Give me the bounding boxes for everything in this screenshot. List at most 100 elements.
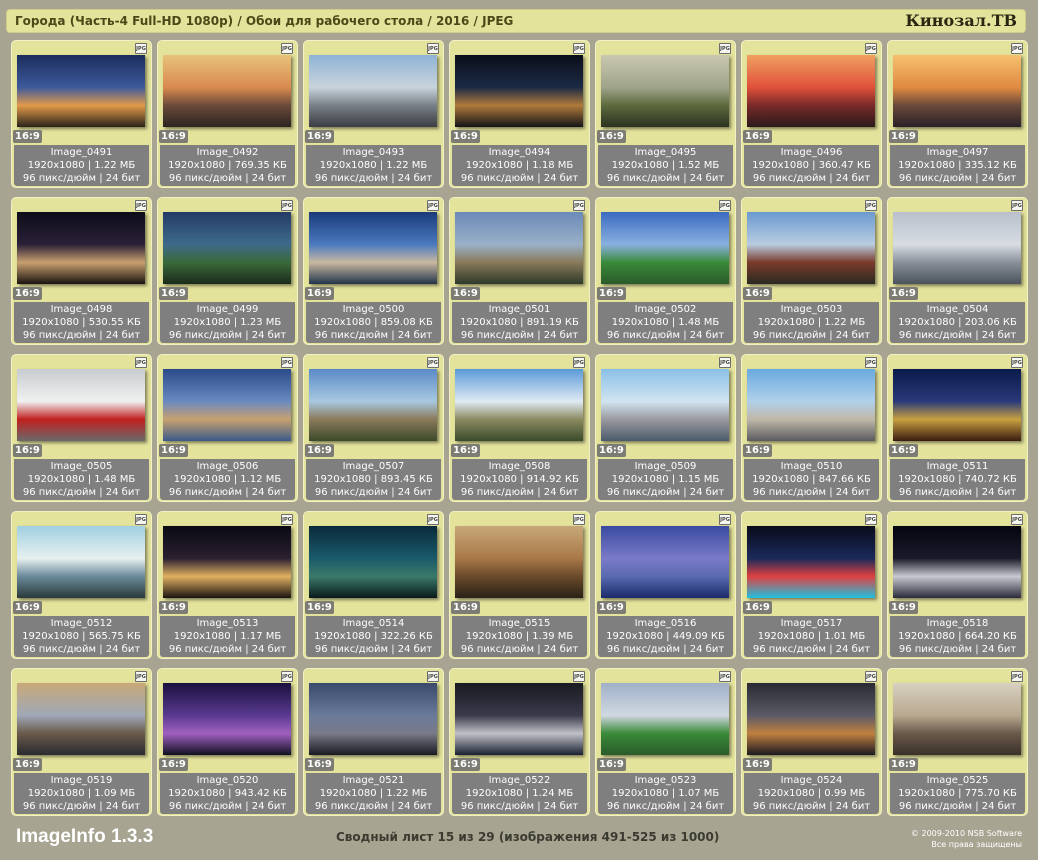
- image-resolution: 96 пикс/дюйм | 24 бит: [606, 487, 725, 498]
- thumbnail-image[interactable]: [455, 526, 583, 598]
- thumbnail-image[interactable]: [309, 683, 437, 755]
- thumbnail-image[interactable]: [309, 369, 437, 441]
- thumbnail-card[interactable]: JPG 16:9 Image_0513 1920x1080 | 1.17 МБ 96 п…: [157, 511, 298, 659]
- thumbnail-card[interactable]: JPG 16:9 Image_0507 1920x1080 | 893.45 КБ 96…: [303, 354, 444, 502]
- thumbnail-card[interactable]: JPG 16:9 Image_0519 1920x1080 | 1.09 МБ 96 п…: [11, 668, 152, 816]
- thumbnail-image[interactable]: [17, 683, 145, 755]
- thumbnail-image[interactable]: [893, 212, 1021, 284]
- jpg-file-icon: JPG: [573, 43, 585, 54]
- thumbnail-card[interactable]: JPG 16:9 Image_0494 1920x1080 | 1.18 МБ 96 п…: [449, 40, 590, 188]
- thumbnail-card[interactable]: JPG 16:9 Image_0521 1920x1080 | 1.22 МБ 96 п…: [303, 668, 444, 816]
- thumbnail-image[interactable]: [601, 683, 729, 755]
- image-info-panel: Image_0517 1920x1080 | 1.01 МБ 96 пикс/дюй…: [744, 616, 879, 657]
- thumbnail-card[interactable]: JPG 16:9 Image_0516 1920x1080 | 449.09 КБ 96…: [595, 511, 736, 659]
- thumbnail-card[interactable]: JPG 16:9 Image_0506 1920x1080 | 1.12 МБ 96 п…: [157, 354, 298, 502]
- image-name: Image_0513: [196, 618, 259, 629]
- thumbnail-image[interactable]: [455, 55, 583, 127]
- thumbnail-card[interactable]: JPG 16:9 Image_0491 1920x1080 | 1.22 МБ 96 п…: [11, 40, 152, 188]
- aspect-ratio-badge: 16:9: [597, 444, 626, 457]
- thumbnail-card[interactable]: JPG 16:9 Image_0520 1920x1080 | 943.42 КБ 96…: [157, 668, 298, 816]
- thumbnail-image[interactable]: [17, 212, 145, 284]
- thumbnail-image[interactable]: [17, 55, 145, 127]
- thumbnail-card[interactable]: JPG 16:9 Image_0502 1920x1080 | 1.48 МБ 96 п…: [595, 197, 736, 345]
- thumbnail-image[interactable]: [163, 55, 291, 127]
- thumbnail-card[interactable]: JPG 16:9 Image_0500 1920x1080 | 859.08 КБ 96…: [303, 197, 444, 345]
- thumbnail-image[interactable]: [747, 683, 875, 755]
- thumbnail-card[interactable]: JPG 16:9 Image_0514 1920x1080 | 322.26 КБ 96…: [303, 511, 444, 659]
- image-info-panel: Image_0514 1920x1080 | 322.26 КБ 96 пикс/д…: [306, 616, 441, 657]
- thumbnail-card[interactable]: JPG 16:9 Image_0493 1920x1080 | 1.22 МБ 96 п…: [303, 40, 444, 188]
- image-name: Image_0508: [488, 461, 551, 472]
- aspect-ratio-badge: 16:9: [451, 601, 480, 614]
- thumbnail-card[interactable]: JPG 16:9 Image_0512 1920x1080 | 565.75 КБ 96…: [11, 511, 152, 659]
- thumbnail-image[interactable]: [163, 212, 291, 284]
- aspect-ratio-badge: 16:9: [889, 287, 918, 300]
- thumbnail-image[interactable]: [309, 526, 437, 598]
- thumbnail-card[interactable]: JPG 16:9 Image_0511 1920x1080 | 740.72 КБ 96…: [887, 354, 1028, 502]
- image-resolution: 96 пикс/дюйм | 24 бит: [898, 173, 1017, 184]
- thumbnail-image[interactable]: [601, 526, 729, 598]
- jpg-file-icon: JPG: [573, 671, 585, 682]
- image-dimensions: 1920x1080 | 0.99 МБ: [757, 788, 866, 799]
- thumbnail-image[interactable]: [747, 212, 875, 284]
- thumbnail-card[interactable]: JPG 16:9 Image_0524 1920x1080 | 0.99 МБ 96 п…: [741, 668, 882, 816]
- thumbnail-card[interactable]: JPG 16:9 Image_0518 1920x1080 | 664.20 КБ 96…: [887, 511, 1028, 659]
- image-dimensions: 1920x1080 | 943.42 КБ: [168, 788, 287, 799]
- thumbnail-card[interactable]: JPG 16:9 Image_0501 1920x1080 | 891.19 КБ 96…: [449, 197, 590, 345]
- thumbnail-card[interactable]: JPG 16:9 Image_0504 1920x1080 | 203.06 КБ 96…: [887, 197, 1028, 345]
- image-dimensions: 1920x1080 | 360.47 КБ: [752, 160, 871, 171]
- thumbnail-card[interactable]: JPG 16:9 Image_0492 1920x1080 | 769.35 КБ 96…: [157, 40, 298, 188]
- image-info-panel: Image_0524 1920x1080 | 0.99 МБ 96 пикс/дюй…: [744, 773, 879, 814]
- image-info-panel: Image_0503 1920x1080 | 1.22 МБ 96 пикс/дюй…: [744, 302, 879, 343]
- thumbnail-card[interactable]: JPG 16:9 Image_0497 1920x1080 | 335.12 КБ 96…: [887, 40, 1028, 188]
- thumbnail-image[interactable]: [17, 369, 145, 441]
- thumbnail-card[interactable]: JPG 16:9 Image_0503 1920x1080 | 1.22 МБ 96 п…: [741, 197, 882, 345]
- thumbnail-image[interactable]: [309, 55, 437, 127]
- thumbnail-image[interactable]: [163, 683, 291, 755]
- thumbnail-card[interactable]: JPG 16:9 Image_0510 1920x1080 | 847.66 КБ 96…: [741, 354, 882, 502]
- thumbnail-card[interactable]: JPG 16:9 Image_0517 1920x1080 | 1.01 МБ 96 п…: [741, 511, 882, 659]
- image-resolution: 96 пикс/дюйм | 24 бит: [168, 330, 287, 341]
- thumbnail-image[interactable]: [747, 526, 875, 598]
- image-dimensions: 1920x1080 | 322.26 КБ: [314, 631, 433, 642]
- thumbnail-card[interactable]: JPG 16:9 Image_0499 1920x1080 | 1.23 МБ 96 п…: [157, 197, 298, 345]
- thumbnail-card[interactable]: JPG 16:9 Image_0509 1920x1080 | 1.15 МБ 96 п…: [595, 354, 736, 502]
- aspect-ratio-badge: 16:9: [13, 758, 42, 771]
- image-dimensions: 1920x1080 | 914.92 КБ: [460, 474, 579, 485]
- image-info-panel: Image_0509 1920x1080 | 1.15 МБ 96 пикс/дюй…: [598, 459, 733, 500]
- thumbnail-card[interactable]: JPG 16:9 Image_0508 1920x1080 | 914.92 КБ 96…: [449, 354, 590, 502]
- thumbnail-image[interactable]: [455, 212, 583, 284]
- image-name: Image_0514: [342, 618, 405, 629]
- thumbnail-image[interactable]: [893, 526, 1021, 598]
- thumbnail-image[interactable]: [893, 369, 1021, 441]
- thumbnail-image[interactable]: [163, 526, 291, 598]
- aspect-ratio-badge: 16:9: [889, 130, 918, 143]
- thumbnail-image[interactable]: [747, 55, 875, 127]
- thumbnail-image[interactable]: [601, 212, 729, 284]
- thumbnail-card[interactable]: JPG 16:9 Image_0523 1920x1080 | 1.07 МБ 96 п…: [595, 668, 736, 816]
- thumbnail-image[interactable]: [893, 55, 1021, 127]
- thumbnail-image[interactable]: [17, 526, 145, 598]
- thumbnail-image[interactable]: [747, 369, 875, 441]
- image-info-panel: Image_0499 1920x1080 | 1.23 МБ 96 пикс/дюй…: [160, 302, 295, 343]
- jpg-file-icon: JPG: [865, 200, 877, 211]
- thumbnail-image[interactable]: [455, 369, 583, 441]
- thumbnail-card[interactable]: JPG 16:9 Image_0498 1920x1080 | 530.55 КБ 96…: [11, 197, 152, 345]
- thumbnail-card[interactable]: JPG 16:9 Image_0495 1920x1080 | 1.52 МБ 96 п…: [595, 40, 736, 188]
- thumbnail-card[interactable]: JPG 16:9 Image_0505 1920x1080 | 1.48 МБ 96 п…: [11, 354, 152, 502]
- thumbnail-card[interactable]: JPG 16:9 Image_0515 1920x1080 | 1.39 МБ 96 п…: [449, 511, 590, 659]
- jpg-file-icon: JPG: [719, 514, 731, 525]
- thumbnail-image[interactable]: [309, 212, 437, 284]
- thumbnail-image[interactable]: [601, 369, 729, 441]
- image-info-panel: Image_0506 1920x1080 | 1.12 МБ 96 пикс/дюй…: [160, 459, 295, 500]
- thumbnail-image[interactable]: [455, 683, 583, 755]
- thumbnail-image[interactable]: [163, 369, 291, 441]
- image-dimensions: 1920x1080 | 449.09 КБ: [606, 631, 725, 642]
- thumbnail-card[interactable]: JPG 16:9 Image_0525 1920x1080 | 775.70 КБ 96…: [887, 668, 1028, 816]
- thumbnail-image[interactable]: [893, 683, 1021, 755]
- thumbnail-card[interactable]: JPG 16:9 Image_0522 1920x1080 | 1.24 МБ 96 п…: [449, 668, 590, 816]
- image-name: Image_0503: [780, 304, 843, 315]
- jpg-file-icon: JPG: [135, 357, 147, 368]
- thumbnail-image[interactable]: [601, 55, 729, 127]
- thumbnail-card[interactable]: JPG 16:9 Image_0496 1920x1080 | 360.47 КБ 96…: [741, 40, 882, 188]
